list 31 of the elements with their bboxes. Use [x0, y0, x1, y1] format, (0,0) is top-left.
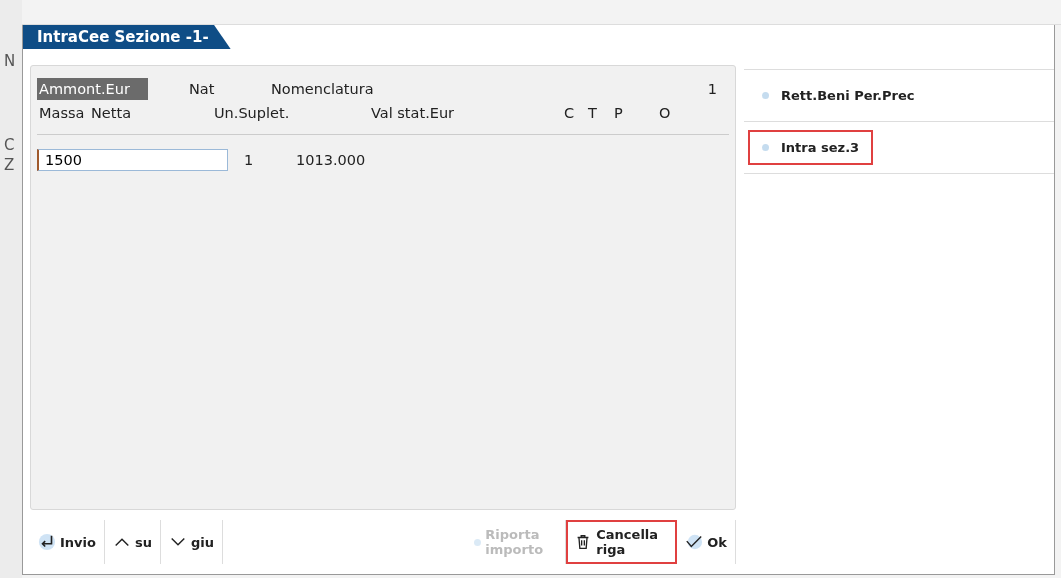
bullet-icon — [474, 538, 482, 546]
column-header: Nomenclatura — [270, 80, 375, 99]
toolbar-button[interactable]: Cancella riga — [566, 520, 678, 564]
column-header: Val stat.Eur — [370, 104, 456, 123]
window-title: IntraCee Sezione -1- — [23, 25, 231, 49]
column-header: T — [587, 104, 598, 123]
background-text: C — [3, 136, 16, 156]
toolbar-button[interactable]: giu — [160, 520, 223, 564]
column-header: P — [613, 104, 624, 123]
check-icon — [685, 533, 704, 551]
amount-input[interactable]: 1500 — [37, 149, 228, 171]
toolbar-button[interactable]: Invio — [30, 520, 105, 564]
column-header: 1 — [706, 80, 718, 99]
nomenclature-value: 1013.000 — [296, 152, 366, 168]
toolbar-button[interactable]: Ok — [677, 520, 736, 564]
bullet-icon — [762, 144, 769, 151]
column-header: Netta — [90, 104, 133, 123]
side-menu-item[interactable]: Intra sez.3 — [748, 130, 874, 165]
background-text: Z — [3, 156, 16, 176]
side-menu-item[interactable]: Rett.Beni Per.Prec — [748, 78, 929, 113]
nat-value: 1 — [244, 152, 255, 168]
enter-icon — [38, 533, 56, 551]
background-text: N — [3, 52, 17, 72]
column-header: Massa — [38, 104, 86, 123]
toolbar-button[interactable]: su — [104, 520, 161, 564]
bullet-icon — [762, 92, 769, 99]
column-header: Nat — [188, 80, 216, 99]
column-header: C — [563, 104, 576, 123]
column-header: Ammont.Eur — [37, 78, 148, 100]
column-header: O — [658, 104, 672, 123]
column-header: Un.Suplet. — [213, 104, 291, 123]
